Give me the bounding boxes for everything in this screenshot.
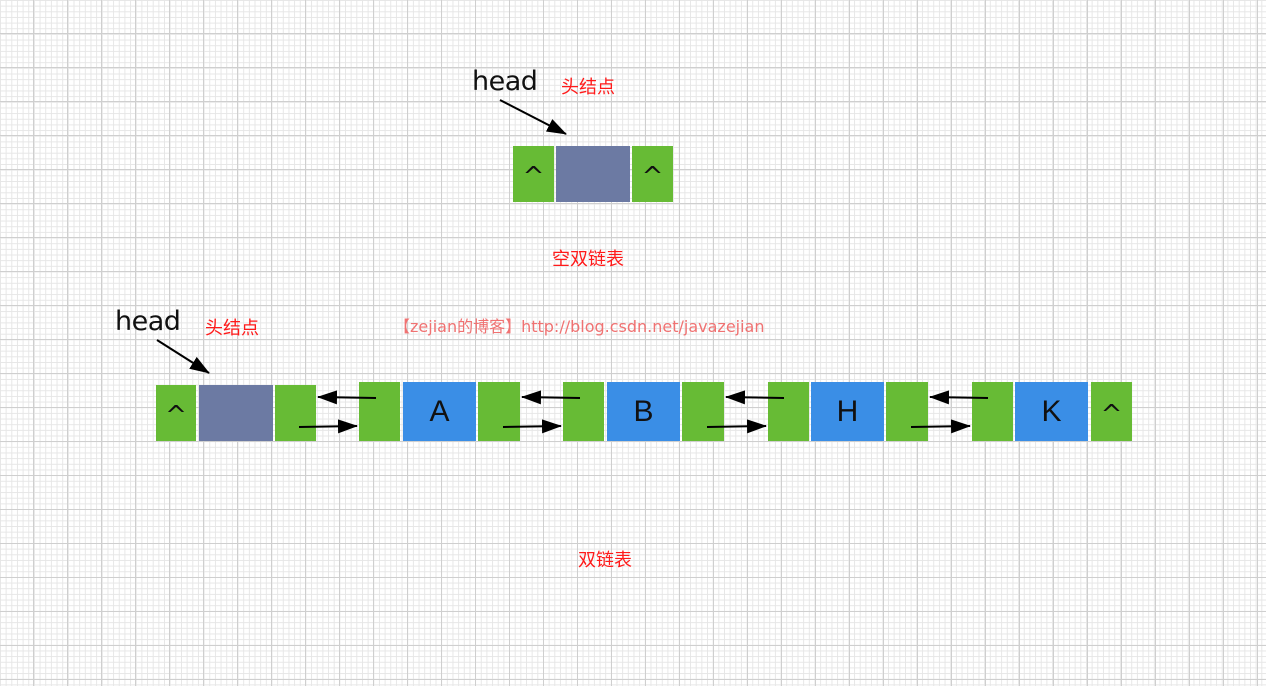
tail-next-null-field: ^ <box>1091 382 1132 441</box>
empty-head-pointer-arrow <box>499 99 567 135</box>
watermark: 【zejian的博客】http://blog.csdn.net/javazeji… <box>394 317 765 336</box>
node-prev-field <box>563 382 604 441</box>
empty-head-label: head <box>472 66 538 97</box>
node-next-field <box>682 382 724 441</box>
node-prev-field <box>359 382 400 441</box>
node-data-field: A <box>403 382 476 441</box>
node-data-field: K <box>1015 382 1088 441</box>
head-data-field <box>199 385 273 441</box>
empty-head-prev-field: ^ <box>513 146 554 202</box>
empty-head-node-label: 头结点 <box>561 77 615 98</box>
list-caption: 双链表 <box>578 550 632 571</box>
head-prev-field: ^ <box>156 385 196 441</box>
empty-head-next-field: ^ <box>632 146 673 202</box>
node-data-field: B <box>607 382 680 441</box>
node-next-field <box>478 382 520 441</box>
node-next-field <box>886 382 928 441</box>
head-next-field <box>275 385 316 441</box>
list-head-pointer-arrow <box>156 339 210 374</box>
empty-list-caption: 空双链表 <box>552 249 624 270</box>
empty-head-data-field <box>556 146 630 202</box>
arrows-layer <box>156 99 989 434</box>
node-prev-field <box>972 382 1013 441</box>
node-prev-field <box>768 382 809 441</box>
list-head-label: head <box>115 306 181 337</box>
node-data-field: H <box>811 382 884 441</box>
list-head-node-label: 头结点 <box>205 318 259 339</box>
